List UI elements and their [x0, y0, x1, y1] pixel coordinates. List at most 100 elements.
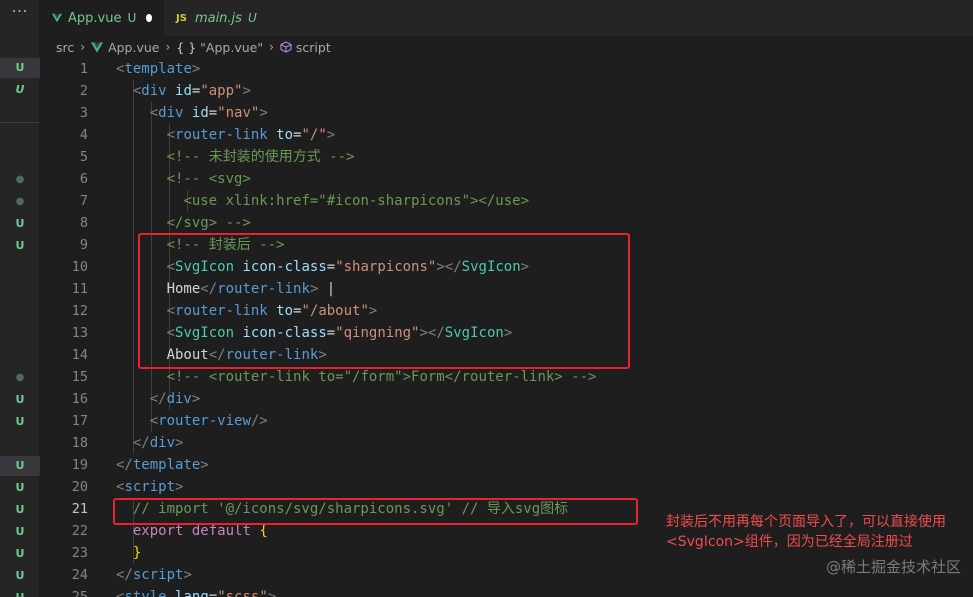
- source-control-strip: ··· U U ● ● U U ● U U U U U U U U U: [0, 0, 40, 597]
- line-number: 12: [71, 303, 88, 319]
- sidebar-status-item[interactable]: U: [0, 566, 40, 586]
- sidebar-status-item[interactable]: ●: [0, 170, 40, 190]
- sidebar-status-item[interactable]: ●: [0, 192, 40, 212]
- tab-label: App.vue: [68, 10, 122, 26]
- chevron-right-icon: ›: [269, 40, 274, 54]
- line-number: 15: [71, 369, 88, 385]
- code-token: "app": [200, 83, 243, 99]
- code-token: "scss": [217, 589, 268, 597]
- object-icon: { }: [176, 39, 197, 55]
- line-number: 9: [79, 237, 88, 253]
- sidebar-status-item[interactable]: U: [0, 456, 40, 476]
- sidebar-divider: [0, 122, 40, 123]
- code-token: to: [276, 127, 294, 143]
- line-number: 22: [71, 523, 88, 539]
- sidebar-status-item[interactable]: U: [0, 390, 40, 410]
- line-number: 1: [79, 61, 88, 77]
- line-number: 17: [71, 413, 88, 429]
- sidebar-status-item[interactable]: ●: [0, 368, 40, 388]
- line-number: 25: [71, 589, 88, 597]
- line-number: 18: [71, 435, 88, 451]
- code-line: 20 <script>: [40, 476, 973, 498]
- breadcrumb-item-script[interactable]: script: [296, 40, 331, 55]
- line-number: 23: [71, 545, 88, 561]
- code-line: 7 <use xlink:href="#icon-sharpicons"></u…: [40, 190, 973, 212]
- code-line: 1 <template>: [40, 58, 973, 80]
- code-token: div: [166, 391, 192, 407]
- cube-icon: [280, 41, 292, 53]
- tab-label: main.js: [194, 10, 242, 26]
- line-number: 21: [71, 501, 88, 517]
- code-token: router-view: [158, 413, 251, 429]
- sidebar-status-item[interactable]: U: [0, 80, 40, 100]
- code-comment: <!-- 未封装的使用方式 -->: [166, 149, 355, 165]
- line-number: 14: [71, 347, 88, 363]
- breadcrumb-item-src[interactable]: src: [56, 40, 74, 55]
- line-number: 19: [71, 457, 88, 473]
- code-token: id: [175, 83, 192, 99]
- code-token: template: [132, 457, 201, 473]
- chevron-right-icon: ›: [80, 40, 86, 54]
- watermark: @稀土掘金技术社区: [825, 558, 961, 576]
- code-line: 17 <router-view/>: [40, 410, 973, 432]
- code-token: }: [132, 545, 142, 561]
- line-number: 20: [71, 479, 88, 495]
- breadcrumb-item-object[interactable]: "App.vue": [200, 40, 263, 55]
- js-file-icon: JS: [176, 12, 187, 24]
- code-token: id: [191, 105, 209, 121]
- code-token: script: [124, 479, 176, 495]
- code-line: 16 </div>: [40, 388, 973, 410]
- code-token: div: [149, 435, 176, 451]
- code-token: lang: [175, 589, 209, 597]
- sidebar-status-item[interactable]: U: [0, 58, 40, 78]
- code-token: "/": [301, 127, 327, 143]
- code-comment: <!-- <svg>: [166, 171, 251, 187]
- sidebar-status-item[interactable]: U: [0, 236, 40, 256]
- sidebar-status-item[interactable]: U: [0, 478, 40, 498]
- line-number: 4: [79, 127, 88, 143]
- tab-main-js[interactable]: JS main.js U: [164, 0, 274, 36]
- code-token: div: [141, 83, 167, 99]
- code-comment: <!-- <router-link to="/form">Form</route…: [166, 369, 597, 385]
- unsaved-dot-icon[interactable]: [146, 14, 152, 22]
- line-number: 11: [71, 281, 88, 297]
- tab-status-badge: U: [127, 11, 137, 25]
- line-number: 10: [71, 259, 88, 275]
- highlight-box-svgicon: [138, 233, 630, 369]
- code-token: default: [191, 523, 251, 539]
- code-line: 4 <router-link to="/">: [40, 124, 973, 146]
- code-line: 15 <!-- <router-link to="/form">Form</ro…: [40, 366, 973, 388]
- sidebar-status-item[interactable]: U: [0, 544, 40, 564]
- code-line: 2 <div id="app">: [40, 80, 973, 102]
- more-actions-icon[interactable]: ···: [0, 4, 40, 20]
- code-line: 25 <style lang="scss">: [40, 586, 973, 597]
- line-number: 2: [79, 83, 88, 99]
- code-line: 3 <div id="nav">: [40, 102, 973, 124]
- line-number: 3: [79, 105, 88, 121]
- code-line: 19 </template>: [40, 454, 973, 476]
- code-token: export: [132, 523, 184, 539]
- code-token: "nav": [217, 105, 260, 121]
- code-token: template: [124, 61, 192, 77]
- tab-app-vue[interactable]: App.vue U: [40, 0, 164, 36]
- annotation-note: 封装后不用再每个页面导入了，可以直接使用<SvgIcon>组件，因为已经全局注册…: [666, 514, 946, 550]
- code-line: 6 <!-- <svg>: [40, 168, 973, 190]
- sidebar-status-item[interactable]: U: [0, 214, 40, 234]
- sidebar-status-item[interactable]: U: [0, 522, 40, 542]
- breadcrumb-item-file[interactable]: App.vue: [108, 40, 159, 55]
- sidebar-status-item[interactable]: U: [0, 500, 40, 520]
- sidebar-status-item[interactable]: U: [0, 588, 40, 597]
- vue-file-icon: [91, 41, 104, 53]
- line-number: 7: [79, 193, 88, 209]
- breadcrumb: src › App.vue › { } "App.vue" › script: [40, 36, 973, 58]
- code-token: div: [158, 105, 184, 121]
- code-comment: <use xlink:href="#icon-sharpicons"></use…: [183, 193, 530, 209]
- code-line: 8 </svg> -->: [40, 212, 973, 234]
- chevron-right-icon: ›: [165, 40, 171, 54]
- code-line: 5 <!-- 未封装的使用方式 -->: [40, 146, 973, 168]
- line-number: 16: [71, 391, 88, 407]
- code-comment: </svg> -->: [166, 215, 251, 231]
- line-number: 24: [71, 567, 88, 583]
- sidebar-status-item[interactable]: U: [0, 412, 40, 432]
- code-token: script: [132, 567, 184, 583]
